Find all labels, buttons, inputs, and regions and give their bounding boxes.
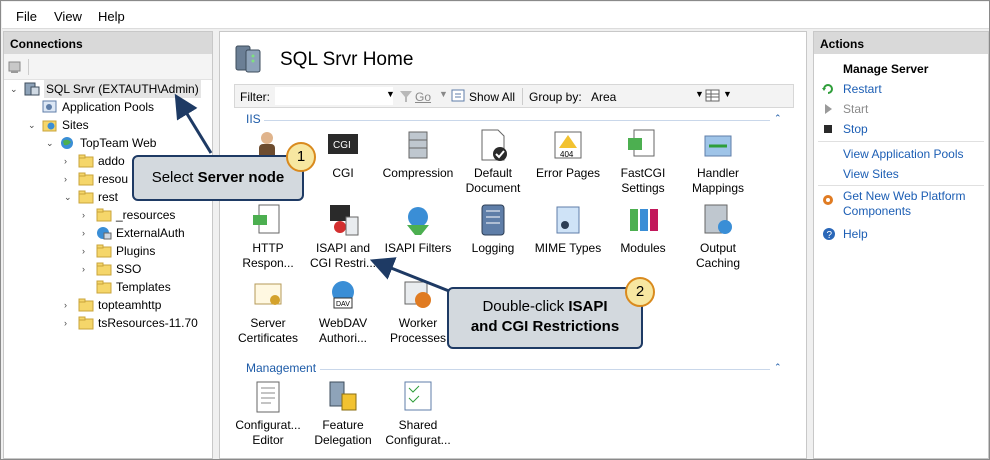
iis-manager-window: File View Help Connections ⌄ SQL Srvr (EX…: [0, 0, 990, 460]
callout-select-server-node: Select Server node: [132, 155, 304, 201]
annotation-arrows: [174, 93, 450, 293]
callout-double-click-isapi: Double-click ISAPI and CGI Restrictions: [447, 287, 643, 349]
callout-2-bold-2: and CGI Restrictions: [470, 318, 620, 335]
callout-1-badge: 1: [286, 142, 316, 172]
callout-2-bold-1: ISAPI: [568, 298, 608, 315]
callout-1-bold: Server node: [197, 169, 285, 186]
callout-1-text: Select: [151, 169, 198, 186]
callout-2-text: Double-click: [482, 298, 569, 315]
arrow-to-server-node: [174, 93, 213, 154]
arrow-to-isapi: [369, 257, 450, 293]
callout-2-badge: 2: [625, 277, 655, 307]
